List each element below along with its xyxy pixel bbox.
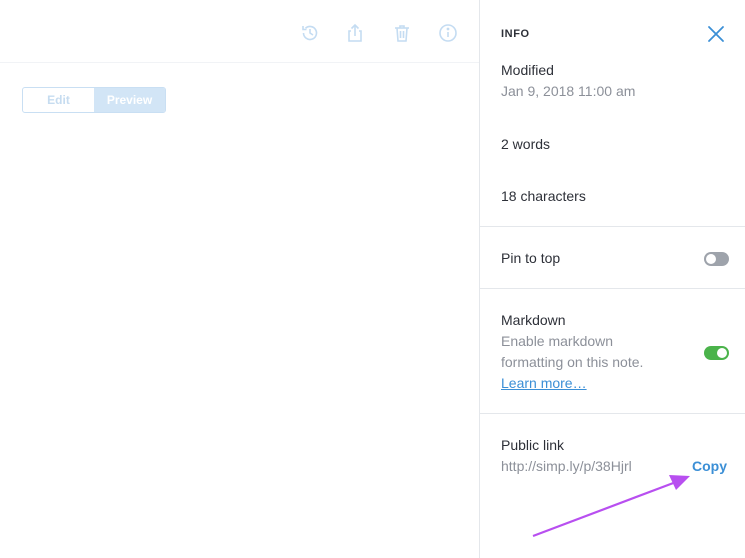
history-icon[interactable] [299, 22, 321, 44]
character-count: 18 characters [501, 188, 586, 204]
editor-area[interactable]: Edit Preview [0, 0, 480, 558]
divider [480, 288, 745, 289]
edit-mode-button[interactable]: Edit [23, 88, 94, 112]
markdown-description-line1: Enable markdown [501, 333, 614, 349]
info-panel: INFO Modified Jan 9, 2018 11:00 am 2 wor… [479, 0, 745, 558]
pin-to-top-label: Pin to top [501, 250, 561, 266]
public-link-label: Public link [501, 437, 565, 453]
modified-date: Jan 9, 2018 11:00 am [501, 83, 636, 99]
markdown-switch[interactable] [704, 346, 729, 360]
public-link-url: http://simp.ly/p/38Hjrl [501, 458, 632, 474]
divider [480, 413, 745, 414]
close-icon[interactable] [706, 24, 726, 44]
markdown-label: Markdown [501, 312, 566, 328]
word-count: 2 words [501, 136, 551, 152]
info-panel-title: INFO [501, 28, 530, 40]
copy-link-button[interactable]: Copy [692, 458, 727, 474]
editor-toolbar [0, 0, 480, 63]
divider [480, 226, 745, 227]
trash-icon[interactable] [391, 22, 413, 44]
share-icon[interactable] [344, 22, 366, 44]
pin-to-top-switch[interactable] [704, 252, 729, 266]
modified-label: Modified [501, 62, 554, 78]
info-icon[interactable] [437, 22, 459, 44]
edit-preview-toggle: Edit Preview [22, 87, 166, 113]
learn-more-link[interactable]: Learn more… [501, 375, 587, 391]
markdown-description-line2: formatting on this note. [501, 354, 644, 370]
preview-mode-button[interactable]: Preview [94, 88, 165, 112]
app-window: Edit Preview INFO Modified Jan 9, 2018 1… [0, 0, 745, 558]
